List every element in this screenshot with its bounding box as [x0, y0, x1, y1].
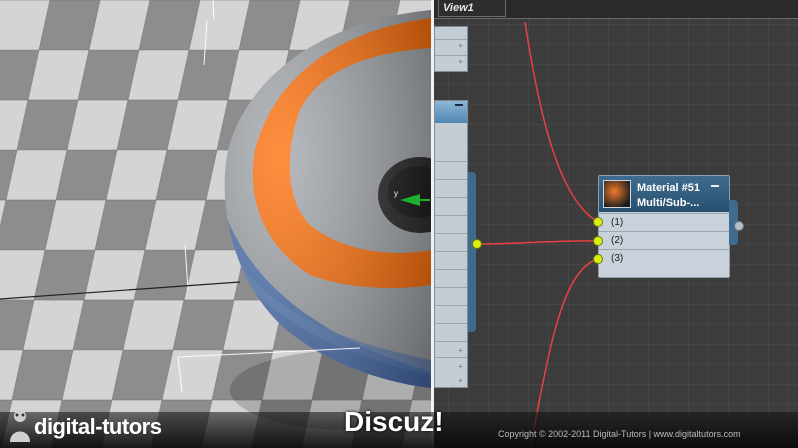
partial-node-main[interactable]: + + +	[434, 100, 468, 388]
node-slot-3[interactable]: (3)	[599, 249, 729, 268]
material-node[interactable]: Material #51 Multi/Sub-... (1) (2) (3)	[598, 175, 730, 278]
digital-tutors-logo-icon	[10, 410, 30, 442]
watermark: Discuz!	[344, 406, 444, 437]
material-node-header[interactable]: Material #51 Multi/Sub-...	[599, 176, 729, 212]
viewport-scene	[0, 0, 431, 448]
node-slot-2[interactable]: (2)	[599, 231, 729, 250]
svg-text:y: y	[394, 189, 398, 198]
tab-view1[interactable]: View1	[438, 0, 506, 17]
input-socket-3[interactable]	[593, 254, 603, 264]
partial-node-header	[435, 101, 467, 123]
input-socket-1[interactable]	[593, 217, 603, 227]
node-slot-1[interactable]: (1)	[599, 213, 729, 232]
node-output-socket[interactable]	[734, 221, 744, 231]
minus-icon[interactable]	[455, 104, 463, 106]
slot-label: (2)	[611, 235, 624, 246]
input-socket-2[interactable]	[593, 236, 603, 246]
node-subtitle: Multi/Sub-...	[637, 197, 700, 209]
partial-node-top[interactable]: + +	[434, 26, 468, 72]
node-title: Material #51	[637, 182, 700, 194]
slot-label: (3)	[611, 253, 624, 264]
logo-text: digital-tutors	[34, 414, 162, 439]
partial-node-output-tab	[468, 172, 476, 332]
material-thumbnail-icon	[603, 180, 631, 208]
output-socket[interactable]	[472, 239, 482, 249]
minus-icon[interactable]	[711, 185, 719, 187]
perspective-viewport[interactable]: y	[0, 0, 431, 448]
gizmo-icon[interactable]: y	[392, 186, 431, 210]
slot-label: (1)	[611, 217, 624, 228]
copyright-text: Copyright © 2002-2011 Digital-Tutors | w…	[498, 429, 741, 439]
